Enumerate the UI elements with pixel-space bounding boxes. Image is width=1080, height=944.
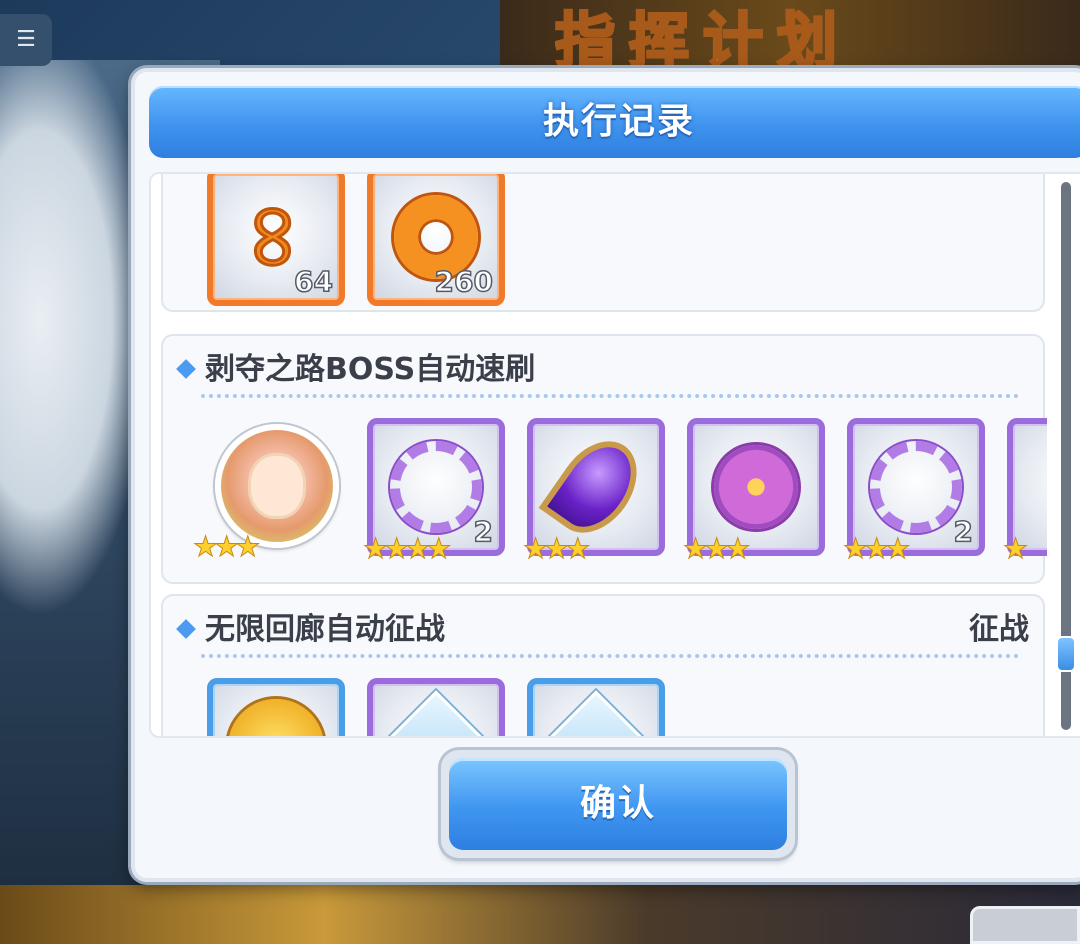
item-count: 2	[953, 514, 974, 549]
laurel-wreath-icon	[390, 441, 482, 533]
list-icon[interactable]: ☰	[0, 14, 52, 66]
confirm-button[interactable]: 确认	[441, 750, 795, 858]
record-card: 剥夺之路BOSS自动速刷 ★★★ 2 ★★★★ ★★★ ★★★ 2 ★★★ ★	[161, 334, 1047, 584]
reward-item[interactable]: ★★★	[522, 418, 665, 564]
item-count: 64	[293, 264, 333, 299]
reward-item[interactable]: 260	[367, 174, 505, 306]
star-rating: ★★★	[842, 532, 910, 565]
record-card: ∞ 64 260	[161, 174, 1045, 312]
star-rating: ★★★★	[362, 532, 451, 565]
star-rating: ★★★	[682, 532, 750, 565]
crystal-shard-icon	[379, 690, 493, 736]
record-card: 无限回廊自动征战 征战	[161, 594, 1045, 736]
scrollbar[interactable]	[1056, 182, 1076, 730]
background-bottom-strip	[0, 885, 1080, 944]
reward-item[interactable]: 2 ★★★★	[362, 418, 505, 564]
confirm-button-label: 确认	[449, 758, 787, 850]
purple-leaf-icon	[538, 425, 654, 549]
purple-flower-icon	[714, 445, 798, 529]
reward-item[interactable]	[527, 678, 665, 736]
reward-item[interactable]	[207, 678, 345, 736]
reward-item[interactable]: ★★★	[682, 418, 825, 564]
record-scroll-area[interactable]: ∞ 64 260 剥夺之路BOSS自动速刷 ★★★ 2 ★★★★ ★★★ ★★★…	[149, 172, 1080, 738]
item-count: 260	[434, 264, 494, 299]
laurel-wreath-icon	[870, 441, 962, 533]
item-count: 2	[473, 514, 494, 549]
star-rating: ★	[1002, 532, 1028, 565]
scrollbar-thumb[interactable]	[1056, 636, 1076, 672]
star-rating: ★★★	[522, 532, 590, 565]
star-rating: ★★★	[192, 530, 260, 563]
background-banner-text: 指挥计划	[555, 6, 851, 69]
execution-record-dialog: 执行记录 ∞ 64 260 剥夺之路BOSS自动速刷 ★★★ 2 ★★★★ ★★…	[131, 68, 1080, 882]
reward-item[interactable]: ∞ 64	[207, 174, 345, 306]
dialog-title: 执行记录	[542, 101, 695, 142]
crystal-shard-icon	[539, 690, 653, 736]
background-corner-button[interactable]	[970, 906, 1080, 944]
gold-coin-icon	[228, 699, 324, 736]
reward-item[interactable]	[367, 678, 505, 736]
reward-item[interactable]: 2 ★★★	[842, 418, 985, 564]
dialog-header: 执行记录	[149, 86, 1080, 158]
avatar-face	[251, 456, 303, 516]
reward-item-partial[interactable]: ★	[1002, 418, 1047, 564]
